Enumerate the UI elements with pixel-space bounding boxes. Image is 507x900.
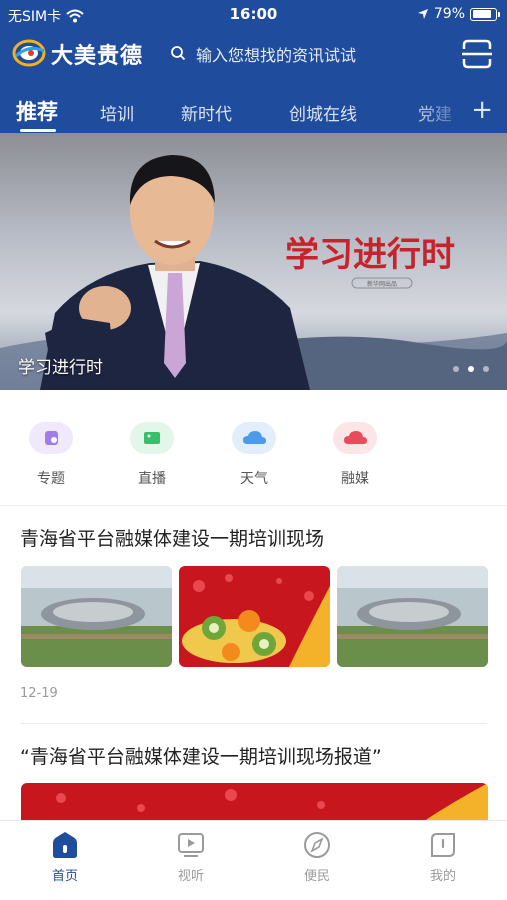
status-right: 79%: [417, 6, 500, 22]
news-separator: [20, 723, 487, 724]
quick-entry-live[interactable]: 直播: [122, 422, 182, 488]
nav-label: 视听: [177, 869, 204, 884]
search-icon[interactable]: [170, 45, 186, 61]
tabs-fade: [410, 92, 470, 132]
home-icon: [53, 832, 77, 858]
bottom-tab-bar: 首页 视听 便民 我的: [0, 820, 507, 900]
carousel-dots: [453, 366, 489, 372]
nav-profile[interactable]: 我的: [413, 831, 473, 884]
quick-entry-media[interactable]: 融媒: [325, 422, 385, 488]
banner-overlay-title: 学习进行时: [285, 235, 455, 274]
carousel-dot[interactable]: [483, 366, 489, 372]
banner-overlay-subtitle: 新华网出品: [367, 280, 397, 288]
nav-video[interactable]: 视听: [161, 831, 221, 884]
media-icon: [333, 422, 377, 454]
nav-convenience[interactable]: 便民: [287, 831, 347, 884]
weather-icon: [232, 422, 276, 454]
top-header: 无SIM卡 16:00 79% 大美贵德 输入您想找的资讯试试 推荐 培训 新时…: [0, 0, 507, 133]
status-bar: 无SIM卡 16:00 79%: [0, 0, 507, 30]
tab-recommend[interactable]: 推荐: [16, 96, 58, 126]
quick-entry-label: 专题: [37, 471, 65, 487]
carousel-dot[interactable]: [453, 366, 459, 372]
nav-label: 首页: [51, 869, 78, 884]
quick-entry-label: 融媒: [341, 471, 369, 487]
news-thumbnail[interactable]: [337, 566, 488, 667]
news-thumbnails[interactable]: [21, 566, 488, 667]
scan-icon[interactable]: [461, 38, 493, 70]
quick-entry-weather[interactable]: 天气: [224, 422, 284, 488]
nav-home[interactable]: 首页: [35, 831, 95, 884]
search-input[interactable]: 输入您想找的资讯试试: [196, 42, 356, 66]
app-brand: 大美贵德: [51, 44, 144, 69]
quick-entry-row: 专题 直播 天气 融媒: [0, 422, 507, 502]
app-logo-icon: [12, 39, 46, 67]
news-thumbnail[interactable]: [21, 566, 172, 667]
tab-new-era[interactable]: 新时代: [181, 100, 232, 125]
quick-entry-label: 天气: [240, 471, 268, 487]
quick-entry-label: 直播: [138, 471, 166, 487]
banner-caption: 学习进行时: [18, 358, 103, 378]
tab-training[interactable]: 培训: [100, 100, 134, 125]
profile-icon: [431, 833, 455, 857]
search-row: 大美贵德 输入您想找的资讯试试: [0, 34, 507, 74]
compass-icon: [304, 832, 330, 858]
video-icon: [178, 833, 204, 857]
active-tab-indicator: [20, 129, 56, 132]
add-channel-button[interactable]: +: [471, 96, 493, 124]
topic-icon: [29, 422, 73, 454]
channel-tabs: 推荐 培训 新时代 创城在线 党建 +: [0, 92, 507, 132]
nav-label: 我的: [429, 869, 456, 884]
quick-entry-topic[interactable]: 专题: [21, 422, 81, 488]
nav-label: 便民: [303, 869, 330, 884]
news-cover-image[interactable]: [21, 783, 488, 823]
news-date: 12-19: [20, 686, 58, 701]
battery-percent: 79%: [433, 6, 465, 22]
news-thumbnail[interactable]: [179, 566, 330, 667]
news-title[interactable]: 青海省平台融媒体建设一期培训现场: [20, 524, 324, 551]
carousel-dot-active[interactable]: [468, 366, 474, 372]
news-title[interactable]: “青海省平台融媒体建设一期培训现场报道”: [20, 742, 382, 769]
battery-icon: [470, 7, 500, 21]
banner-image: 学习进行时 新华网出品: [0, 155, 507, 390]
banner-carousel[interactable]: 学习进行时 新华网出品 学习进行时: [0, 133, 507, 390]
live-icon: [130, 422, 174, 454]
section-divider: [0, 505, 507, 506]
location-arrow-icon: [417, 9, 428, 19]
tab-city-online[interactable]: 创城在线: [289, 100, 357, 125]
